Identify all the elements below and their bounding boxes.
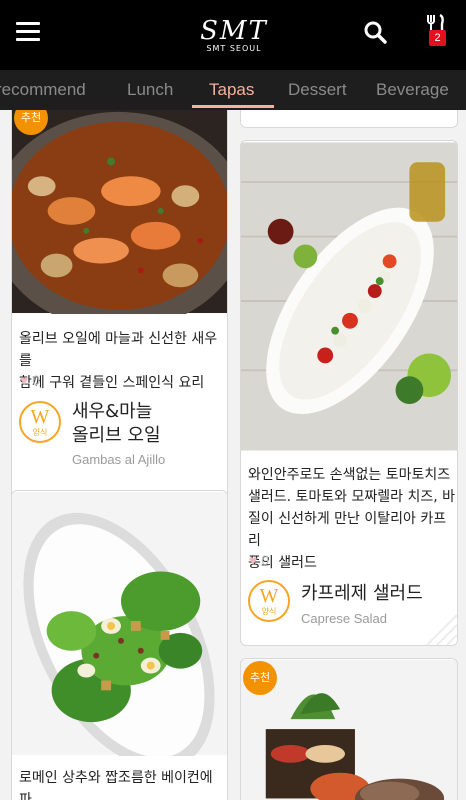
search-button[interactable] [363,20,389,46]
like-count[interactable]: ♥ 0 [20,372,40,388]
like-count[interactable]: ♥ 0 [249,552,269,568]
active-tab-indicator [192,105,274,108]
menu-description: 올리브 오일에 마늘과 신선한 새우를 함께 구워 곁들인 스페인식 요리 [19,328,227,394]
description-line: 로메인 상추와 짭조름한 베이컨에 파 [19,770,213,800]
category-letter: W [259,585,279,607]
app-header: SMT SMT SEOUL 2 [0,0,466,70]
description-line: 올리브 오일에 마늘과 신선한 새우를 [19,331,218,369]
logo-mark: SMT [200,16,268,46]
svg-text:SMT: SMT [200,16,268,44]
menu-card-previous[interactable] [240,110,458,128]
menu-button[interactable] [16,22,40,42]
menu-name-line: 새우&마늘 [72,401,153,422]
cart-button[interactable]: 2 [420,13,450,48]
description-line: 와인안주로도 손색없는 토마토치즈 [248,467,451,483]
menu-feed[interactable]: 추천 올리브 오일에 마늘과 신선한 새우를 함께 구워 곁들인 스페인식 요리… [0,110,466,800]
like-count-value: 0 [32,372,40,388]
category-badge: W 양식 [19,401,61,443]
description-line: 풍의 샐러드 [248,555,317,571]
like-count-value: 0 [261,552,269,568]
caesar-salad-photo [12,492,227,756]
menu-name-line: 카프레제 샐러드 [301,583,423,604]
tab-recommend[interactable]: recommend [0,70,86,110]
menu-name-korean: 새우&마늘 올리브 오일 [72,400,161,448]
menu-name-english: Gambas al Ajillo [72,452,166,467]
description-line: 함께 구워 곁들인 스페인식 요리 [19,375,205,391]
tab-beverage[interactable]: Beverage [376,70,449,110]
cart-count-badge: 2 [429,30,446,46]
logo-subtitle: SMT SEOUL [206,44,262,53]
caprese-salad-photo [241,142,457,451]
menu-card-caprese[interactable]: 와인안주로도 손색없는 토마토치즈 샐러드. 토마토와 모짜렐라 치즈, 바 질… [240,140,458,646]
menu-name-line: 올리브 오일 [72,425,161,446]
category-badge: W 양식 [248,580,290,622]
tab-lunch[interactable]: Lunch [127,70,173,110]
menu-description: 와인안주로도 손색없는 토마토치즈 샐러드. 토마토와 모짜렐라 치즈, 바 질… [248,464,457,574]
heart-icon: ♥ [20,372,29,388]
menu-name-english: Caprese Salad [301,611,387,626]
category-label: 양식 [32,428,48,437]
corner-decoration [426,614,457,645]
menu-card-caesar[interactable]: 로메인 상추와 짭조름한 베이컨에 파 [11,490,228,800]
recommend-badge: 추천 [243,661,277,695]
app-logo[interactable]: SMT SMT SEOUL [198,14,270,58]
tab-tapas[interactable]: Tapas [209,70,254,110]
category-label: 양식 [261,607,277,616]
category-letter: W [30,406,50,428]
description-line: 샐러드. 토마토와 모짜렐라 치즈, 바 [248,489,456,505]
garlic-shrimp-photo [12,110,227,314]
search-icon [364,21,387,44]
description-line: 질이 신선하게 만난 이탈리아 카프리 [248,511,447,549]
menu-icon-line [16,38,40,41]
menu-icon-line [16,22,40,25]
menu-description: 로메인 상추와 짭조름한 베이컨에 파 [19,767,227,800]
heart-icon: ♥ [249,552,258,568]
menu-icon-line [16,30,40,33]
tab-dessert[interactable]: Dessert [288,70,347,110]
menu-name-korean: 카프레제 샐러드 [301,582,423,606]
category-tabs: recommend Lunch Tapas Dessert Beverage [0,70,466,110]
menu-card-platter[interactable]: 추천 [240,658,458,800]
